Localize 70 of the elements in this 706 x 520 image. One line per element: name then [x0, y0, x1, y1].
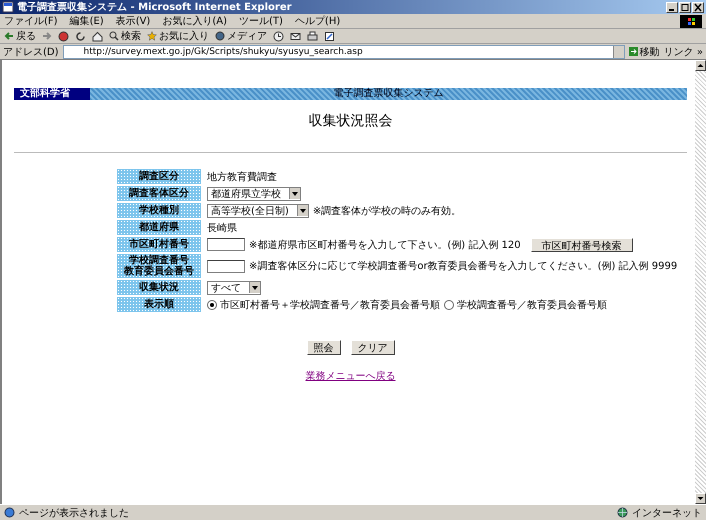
dropdown[interactable]: 高等学校(全日制): [207, 204, 309, 218]
dropdown[interactable]: 都道府県立学校: [207, 186, 301, 200]
status-message: ページが表示されました: [19, 506, 129, 520]
field-label: 調査区分: [117, 169, 201, 184]
media-icon: [215, 31, 225, 41]
history-icon[interactable]: [273, 30, 284, 42]
hint-text: ※調査客体区分に応じて学校調査番号or教育委員会番号を入力してください。(例) 記入例 9999: [249, 260, 678, 273]
field-label: 都道府県: [117, 220, 201, 235]
form-button[interactable]: 照会: [306, 340, 340, 355]
search-button[interactable]: 市区町村番号検索: [530, 238, 633, 252]
page-title: 収集状況照会: [308, 112, 394, 130]
field-value: 地方教育費調査: [207, 170, 277, 184]
caret-icon: [292, 192, 298, 196]
menu-item[interactable]: ヘルプ(H): [294, 14, 340, 28]
menu-item[interactable]: 編集(E): [70, 14, 104, 28]
input-field[interactable]: [207, 260, 245, 272]
ministry-label: 文部科学省: [14, 88, 90, 100]
media-button[interactable]: メディア: [215, 29, 267, 43]
links-button[interactable]: リンク »: [664, 44, 703, 58]
input-field[interactable]: [207, 238, 245, 251]
caret-icon: [252, 286, 258, 290]
form-button[interactable]: クリア: [350, 340, 394, 355]
menu-item[interactable]: 表示(V): [116, 14, 150, 28]
maximize-button[interactable]: [679, 2, 691, 12]
window-title: 電子調査票収集システム - Microsoft Internet Explorer: [17, 0, 293, 14]
search-button[interactable]: 検索: [109, 29, 141, 43]
menu-item[interactable]: ファイル(F): [4, 14, 58, 28]
address-field[interactable]: http://survey.mext.go.jp/Gk/Scripts/shukyu/syusyu_search.asp: [62, 44, 625, 58]
home-icon[interactable]: [92, 30, 103, 42]
dropdown[interactable]: すべて: [207, 280, 261, 294]
globe-icon: [617, 507, 628, 518]
scroll-up-icon[interactable]: [695, 60, 706, 71]
arrow-icon: [628, 47, 638, 56]
refresh-icon[interactable]: [75, 30, 86, 42]
mail-icon[interactable]: [290, 30, 301, 42]
zone-label: インターネット: [632, 506, 702, 520]
back-button[interactable]: 戻る: [4, 29, 36, 43]
go-button[interactable]: 移動: [628, 44, 660, 58]
favorites-button[interactable]: お気に入り: [147, 29, 209, 43]
back-link[interactable]: 業務メニューへ戻る: [306, 369, 396, 383]
scrollbar[interactable]: [695, 60, 706, 504]
address-label: アドレス(D): [3, 46, 59, 58]
field-label: 調査客体区分: [117, 186, 201, 201]
hint-text: ※調査客体が学校の時のみ有効。: [312, 204, 462, 218]
stop-icon[interactable]: [58, 30, 69, 42]
minimize-button[interactable]: [666, 2, 678, 12]
page-icon: [4, 507, 15, 518]
edit-icon[interactable]: [324, 30, 335, 42]
radio-button[interactable]: [207, 300, 217, 310]
print-icon[interactable]: [307, 30, 318, 42]
search-icon: [109, 31, 119, 41]
field-label: 収集状況: [117, 280, 201, 295]
field-label: 教育委員会番号: [122, 266, 195, 277]
field-label: 学校種別: [117, 203, 201, 218]
close-button[interactable]: [692, 2, 704, 12]
menu-item[interactable]: お気に入り(A): [162, 14, 227, 28]
radio-button[interactable]: [444, 300, 454, 310]
back-arrow-icon: [4, 31, 14, 41]
field-label: 表示順: [117, 297, 201, 312]
ie-logo-icon: [680, 14, 702, 28]
star-icon: [147, 31, 157, 41]
field-label: 市区町村番号: [117, 237, 201, 252]
caret-icon: [300, 208, 306, 212]
menu-item[interactable]: ツール(T): [239, 14, 283, 28]
field-label: 学校調査番号: [129, 255, 190, 266]
scroll-down-icon[interactable]: [695, 493, 706, 504]
app-icon: [2, 1, 14, 13]
hint-text: ※都道府県市区町村番号を入力して下さい。(例) 記入例 120: [249, 238, 521, 252]
field-value: 長崎県: [207, 222, 237, 234]
system-banner: 電子調査票収集システム: [90, 88, 687, 100]
